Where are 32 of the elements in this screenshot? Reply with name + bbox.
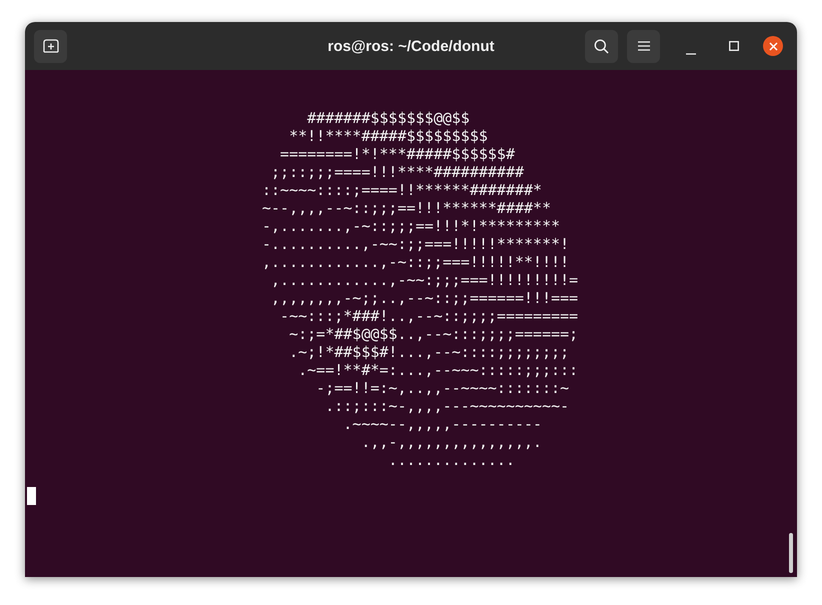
terminal-line: -;==!!=:~,..,,--~~~~:::::::~ [315,379,570,397]
close-icon [768,42,778,50]
maximize-icon [729,41,739,51]
terminal-line: ~:;=*##$@@$$..,--~:::;;;;======; [288,325,578,343]
terminal-line: .::;:::~-,,,,---~~~~~~~~~~- [324,397,570,415]
terminal-line: ,,,,,,,,-~;;..,--~::;;======!!!=== [270,289,578,307]
terminal-line: .~~~~--,,,,,---------- [342,415,542,433]
terminal-line: -~~:::;*###!..,--~::;;;;========= [279,307,578,325]
terminal-line: .............. [387,451,515,469]
terminal-line: **!!****#####$$$$$$$$$ [288,127,488,145]
terminal-line: ::~~~~::::;====!!******#######* [262,181,542,199]
minimize-icon [686,53,696,55]
terminal-line: ;;::;;;====!!!****########## [270,163,524,181]
terminal-line: ,............,-~::;;===!!!!!**!!!! [262,253,570,271]
window-title: ros@ros: ~/Code/donut [328,37,494,57]
terminal-line: ,............,-~~:;;;===!!!!!!!!!= [270,271,578,289]
menu-icon [638,41,650,51]
terminal-line: .~;!*##$$$#!...,--~::::;;;;;;;; [288,343,570,361]
scrollbar[interactable] [789,533,793,573]
terminal-line: ========!*!***#####$$$$$$# [279,145,515,163]
terminal-line: ~--,,,,--~::;;;==!!!******####** [262,199,551,217]
terminal-line: #######$$$$$$$@@$$ [306,109,470,127]
search-button[interactable] [585,30,618,62]
terminal-line: -,.......,-~::;;;==!!!*!********* [262,217,560,235]
menu-button[interactable] [627,30,660,62]
terminal-line: .~==!**#*=:...,--~~~:::::;;;::: [297,361,578,379]
new-tab-icon [42,39,58,53]
close-button[interactable] [763,36,783,56]
terminal-line: -..........,-~~:;;===!!!!!*******! [262,235,570,253]
new-tab-button[interactable] [34,30,67,62]
terminal-line: .,,-,,,,,,,,,,,,,,,. [360,433,542,451]
search-icon [594,38,609,54]
